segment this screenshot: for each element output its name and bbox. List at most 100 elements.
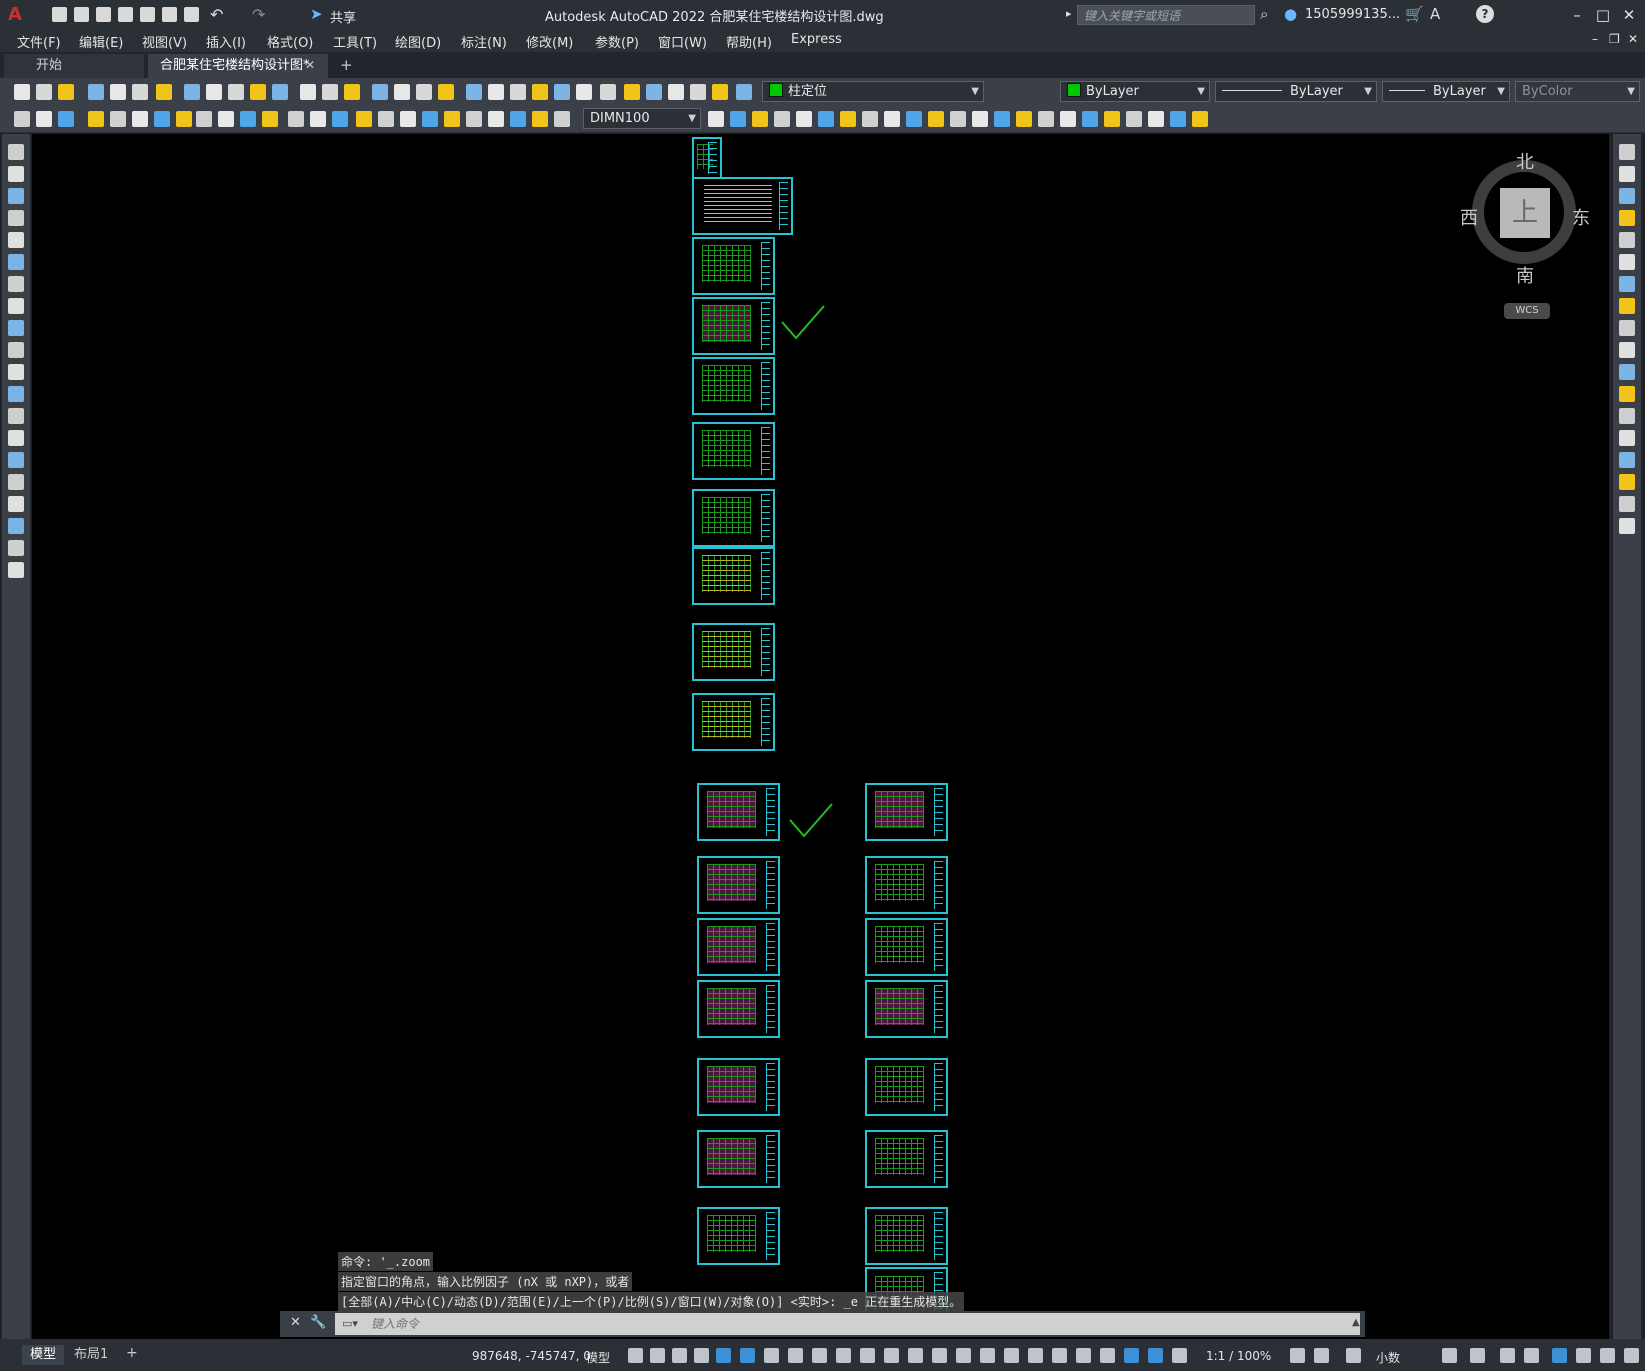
menu-view[interactable]: 视图(V) [142,32,187,51]
draw-tool-icon-13[interactable] [8,408,24,424]
menu-help[interactable]: 帮助(H) [726,32,772,51]
share-button[interactable]: 共享 [330,7,356,26]
tab-start[interactable]: 开始 [4,54,144,78]
dimtool-icon-30[interactable] [796,111,812,127]
dimtool-icon-47[interactable] [1170,111,1186,127]
dimtool-icon-28[interactable] [752,111,768,127]
status-toggle-icon-28[interactable] [1442,1348,1457,1363]
drawing-sheet[interactable] [697,1207,780,1265]
status-toggle-icon-25[interactable] [1290,1348,1305,1363]
tab-layout1[interactable]: 布局1 [66,1345,116,1365]
toolbar-icon-2[interactable] [36,84,52,100]
search-icon[interactable]: ⌕ [1260,5,1268,23]
tab-model[interactable]: 模型 [22,1345,65,1365]
modify-tool-icon-11[interactable] [1619,364,1635,380]
modify-tool-icon-7[interactable] [1619,276,1635,292]
dimtool-icon-26[interactable] [708,111,724,127]
draw-tool-icon-9[interactable] [8,320,24,336]
menu-format[interactable]: 格式(O) [267,32,313,51]
draw-tool-icon-5[interactable] [8,232,24,248]
status-toggle-icon-2[interactable] [650,1348,665,1363]
dimtool-icon-36[interactable] [928,111,944,127]
wcs-menu[interactable]: WCS [1504,303,1550,319]
modify-tool-icon-18[interactable] [1619,518,1635,534]
model-space-button[interactable]: 模型 [586,1349,610,1366]
dimtool-icon-46[interactable] [1148,111,1164,127]
status-toggle-icon-20[interactable] [1076,1348,1091,1363]
toolbar-icon-19[interactable] [438,84,454,100]
drawing-sheet[interactable] [692,623,775,681]
status-toggle-icon-31[interactable] [1524,1348,1539,1363]
linetype-dropdown[interactable]: ByLayer ▼ [1215,81,1377,102]
dimtool-icon-10[interactable] [218,111,234,127]
status-toggle-icon-19[interactable] [1052,1348,1067,1363]
status-toggle-icon-21[interactable] [1100,1348,1115,1363]
toolbar-icon-11[interactable] [250,84,266,100]
draw-tool-icon-18[interactable] [8,518,24,534]
status-toggle-icon-27[interactable] [1346,1348,1361,1363]
status-toggle-icon-9[interactable] [812,1348,827,1363]
dimtool-icon-2[interactable] [36,111,52,127]
status-toggle-icon-22[interactable] [1124,1348,1139,1363]
dimtool-icon-22[interactable] [488,111,504,127]
toolbar-icon-15[interactable] [344,84,360,100]
toolbar-icon-17[interactable] [394,84,410,100]
drawing-sheet[interactable] [865,783,948,841]
close-icon[interactable]: ✕ [290,1315,301,1330]
drawing-sheet[interactable] [697,1130,780,1188]
status-toggle-icon-30[interactable] [1500,1348,1515,1363]
toolbar-icon-18[interactable] [416,84,432,100]
drawing-sheet[interactable] [865,918,948,976]
user-account-label[interactable]: 1505999135... [1305,7,1400,22]
layer-dropdown[interactable]: 柱定位 ▼ [762,81,984,102]
command-prompt-icon[interactable]: ▭▾ [342,1317,358,1330]
dimtool-icon-17[interactable] [378,111,394,127]
cart-icon[interactable]: 🛒 [1405,5,1424,23]
redo-icon[interactable]: ↷ [252,5,265,24]
status-toggle-icon-6[interactable] [740,1348,755,1363]
modify-tool-icon-3[interactable] [1619,188,1635,204]
toolbar-icon-7[interactable] [156,84,172,100]
status-toggle-icon-23[interactable] [1148,1348,1163,1363]
dimtool-icon-44[interactable] [1104,111,1120,127]
modify-tool-icon-12[interactable] [1619,386,1635,402]
tab-close-icon[interactable]: ✕ [305,58,315,72]
color-dropdown[interactable]: ByLayer ▼ [1060,81,1210,102]
status-toggle-icon-8[interactable] [788,1348,803,1363]
dimtool-icon-16[interactable] [356,111,372,127]
draw-tool-icon-6[interactable] [8,254,24,270]
compass-south[interactable]: 南 [1516,262,1534,288]
modify-tool-icon-14[interactable] [1619,430,1635,446]
toolbar-icon-30[interactable] [690,84,706,100]
modify-tool-icon-8[interactable] [1619,298,1635,314]
modify-tool-icon-5[interactable] [1619,232,1635,248]
toolbar-icon-12[interactable] [272,84,288,100]
menu-tools[interactable]: 工具(T) [333,32,377,51]
dimtool-icon-41[interactable] [1038,111,1054,127]
draw-tool-icon-15[interactable] [8,452,24,468]
drawing-sheet[interactable] [697,980,780,1038]
menu-edit[interactable]: 编辑(E) [79,32,123,51]
dimtool-icon-29[interactable] [774,111,790,127]
toolbar-icon-24[interactable] [554,84,570,100]
status-toggle-icon-7[interactable] [764,1348,779,1363]
draw-tool-icon-1[interactable] [8,144,24,160]
draw-tool-icon-20[interactable] [8,562,24,578]
status-toggle-icon-17[interactable] [1004,1348,1019,1363]
dimtool-icon-48[interactable] [1192,111,1208,127]
drawing-sheet[interactable] [697,918,780,976]
doc-restore-icon[interactable]: ❐ [1609,32,1620,46]
dimtool-icon-45[interactable] [1126,111,1142,127]
dimtool-icon-5[interactable] [110,111,126,127]
status-toggle-icon-3[interactable] [672,1348,687,1363]
customize-icon[interactable]: 🔧 [310,1315,326,1330]
draw-tool-icon-3[interactable] [8,188,24,204]
menu-express[interactable]: Express [791,32,842,47]
chevron-up-icon[interactable]: ▲ [1352,1317,1360,1328]
menu-window[interactable]: 窗口(W) [658,32,707,51]
dimtool-icon-35[interactable] [906,111,922,127]
toolbar-icon-8[interactable] [184,84,200,100]
viewcube-top-face[interactable]: 上 [1500,188,1550,238]
status-toggle-icon-26[interactable] [1314,1348,1329,1363]
toolbar-icon-25[interactable] [576,84,592,100]
